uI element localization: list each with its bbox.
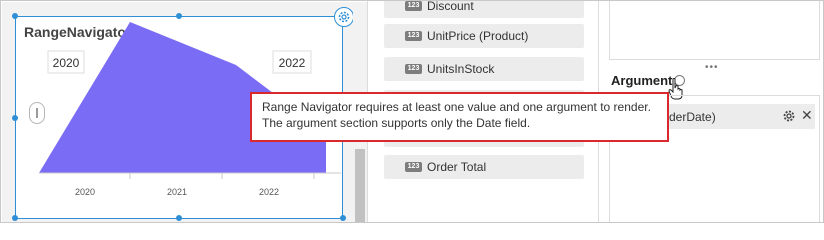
range-end-label: 2022	[279, 56, 306, 70]
argument-heading: Argument	[611, 73, 673, 88]
tooltip-line-2: The argument section supports only the D…	[262, 116, 531, 130]
numeric-field-icon: 123	[405, 64, 422, 74]
designer-window: RangeNavigator1 2020 2021 2022 2020 2022 123…	[0, 0, 824, 223]
widget-settings-gear-icon[interactable]	[334, 7, 354, 27]
resize-handle-left[interactable]	[12, 115, 18, 121]
field-item-discount[interactable]: 123 Discount	[384, 0, 584, 18]
range-slider-handle[interactable]	[29, 102, 45, 124]
x-axis-tick-label: 2022	[259, 187, 279, 197]
tooltip-line-1: Range Navigator requires at least one va…	[262, 100, 651, 114]
canvas-scrollbar-thumb[interactable]	[355, 149, 365, 222]
field-label: Order Total	[427, 160, 487, 174]
argument-settings-gear-icon[interactable]	[782, 109, 796, 123]
resize-handle-bottom[interactable]	[176, 215, 182, 221]
value-section-box[interactable]	[609, 1, 820, 60]
validation-tooltip: Range Navigator requires at least one va…	[250, 92, 669, 142]
range-start-label: 2020	[53, 56, 80, 70]
argument-item-label: rderDate)	[665, 110, 716, 124]
numeric-field-icon: 123	[405, 31, 422, 41]
resize-handle-bottom-right[interactable]	[340, 215, 346, 221]
resize-handle-top[interactable]	[176, 13, 182, 19]
remove-argument-close-icon[interactable]: ✕	[801, 107, 813, 123]
field-label: Discount	[427, 0, 474, 13]
numeric-field-icon: 123	[405, 162, 422, 172]
field-item-unitsinstock[interactable]: 123 UnitsInStock	[384, 57, 584, 81]
field-item-unitprice[interactable]: 123 UnitPrice (Product)	[384, 24, 584, 48]
more-options-icon[interactable]: •••	[705, 62, 719, 73]
resize-handle-bottom-left[interactable]	[12, 215, 18, 221]
field-label: UnitPrice (Product)	[427, 29, 529, 43]
field-item-ordertotal[interactable]: 123 Order Total	[384, 155, 584, 179]
numeric-field-icon: 123	[405, 1, 422, 11]
resize-handle-top-left[interactable]	[12, 13, 18, 19]
field-label: UnitsInStock	[427, 62, 495, 76]
x-axis-tick-label: 2021	[167, 187, 187, 197]
x-axis-tick-label: 2020	[75, 187, 95, 197]
